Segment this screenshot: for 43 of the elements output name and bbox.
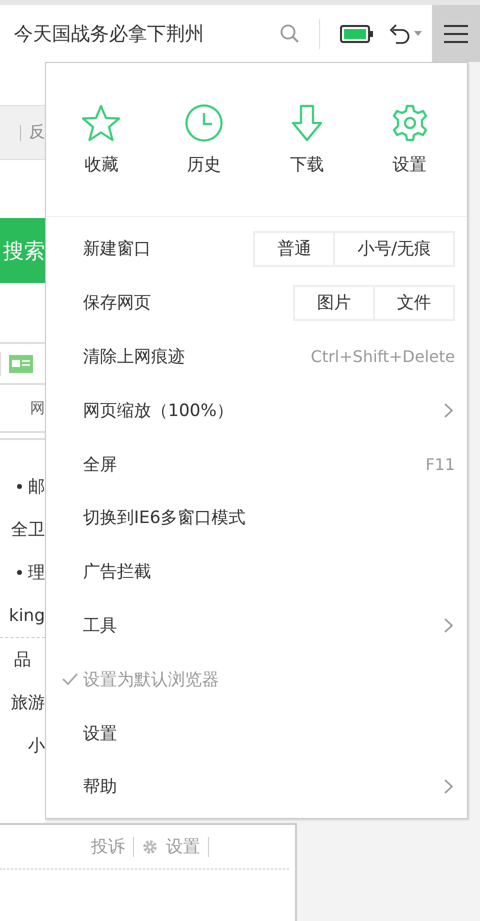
quick-action[interactable]: 下载: [272, 103, 342, 216]
star-icon: [81, 103, 122, 143]
menu-item[interactable]: 帮助: [83, 775, 444, 798]
chevron-icon: [444, 779, 453, 794]
bullet-icon: [17, 570, 22, 575]
news-link[interactable]: 品: [14, 648, 31, 671]
bullet-icon: [17, 484, 22, 489]
menu-item[interactable]: 新建窗口: [83, 237, 256, 260]
battery-icon[interactable]: [340, 24, 374, 44]
shortcut-text: F11: [425, 454, 455, 474]
caret-icon[interactable]: [414, 31, 422, 36]
news-link[interactable]: 理: [28, 561, 45, 584]
option-button[interactable]: 普通: [253, 230, 336, 267]
chevron-icon: [444, 402, 453, 418]
gear-icon[interactable]: [142, 838, 158, 854]
quick-action[interactable]: 历史: [169, 103, 240, 216]
news-link[interactable]: 全卫: [11, 518, 45, 541]
menu-item[interactable]: 清除上网痕迹: [83, 344, 311, 368]
clock-icon: [184, 103, 224, 143]
menu-item[interactable]: 保存网页: [83, 291, 295, 314]
tab-link[interactable]: 网: [30, 398, 45, 418]
news-link[interactable]: king: [8, 606, 45, 626]
menu-item[interactable]: 工具: [83, 614, 444, 637]
chevron-icon: [444, 618, 453, 633]
option-button[interactable]: 文件: [373, 284, 455, 321]
shortcut-text: Ctrl+Shift+Delete: [310, 346, 455, 366]
menu-icon: [444, 24, 468, 44]
menu-item[interactable]: 切换到IE6多窗口模式: [83, 506, 455, 530]
menu-item[interactable]: 网页缩放（100%）: [83, 398, 444, 422]
address-field[interactable]: 今天国战务必拿下荆州: [0, 20, 279, 46]
quick-action[interactable]: 收藏: [66, 103, 136, 216]
option-button[interactable]: 小号/无痕: [333, 230, 455, 267]
menu-button[interactable]: [432, 5, 480, 62]
menu-item[interactable]: 广告拦截: [83, 560, 455, 584]
menu-item[interactable]: 设置: [83, 722, 455, 745]
news-link[interactable]: 旅游: [11, 691, 45, 714]
option-button[interactable]: 图片: [293, 284, 375, 321]
menu-item[interactable]: 全屏: [83, 452, 426, 476]
id-card-icon[interactable]: [9, 354, 33, 372]
quick-action[interactable]: 设置: [374, 103, 445, 216]
news-link[interactable]: 邮: [28, 475, 45, 498]
search-icon[interactable]: [279, 22, 301, 44]
news-link[interactable]: 小: [28, 734, 45, 757]
